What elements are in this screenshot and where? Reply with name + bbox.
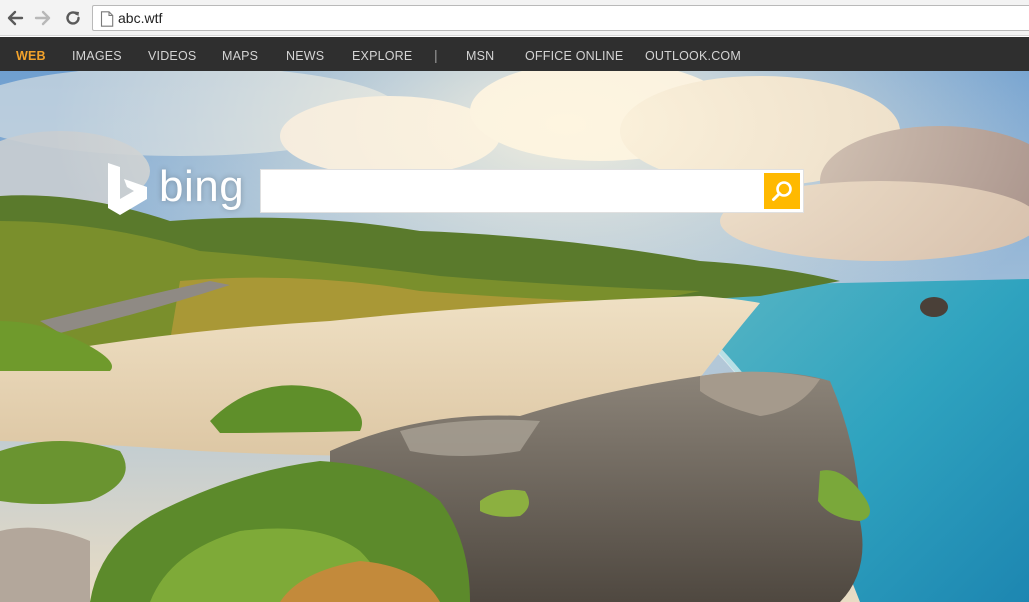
browser-toolbar: abc.wtf — [0, 0, 1029, 36]
top-navigation: WEB IMAGES VIDEOS MAPS NEWS EXPLORE | MS… — [0, 37, 1029, 71]
url-text: abc.wtf — [118, 10, 163, 26]
nav-videos[interactable]: VIDEOS — [148, 49, 196, 63]
nav-news[interactable]: NEWS — [286, 49, 324, 63]
search-button[interactable] — [764, 173, 800, 209]
reload-icon — [66, 11, 80, 25]
forward-arrow-icon — [34, 10, 51, 26]
hero-background: bing — [0, 71, 1029, 602]
search-input[interactable] — [261, 170, 761, 212]
address-bar[interactable]: abc.wtf — [92, 5, 1029, 31]
nav-outlook[interactable]: OUTLOOK.COM — [645, 49, 741, 63]
nav-maps[interactable]: MAPS — [222, 49, 258, 63]
back-arrow-icon — [7, 10, 24, 26]
reload-button[interactable] — [62, 7, 84, 29]
bing-logo[interactable]: bing — [107, 162, 245, 215]
nav-web[interactable]: WEB — [16, 49, 46, 63]
nav-images[interactable]: IMAGES — [72, 49, 122, 63]
beach-scene-image — [0, 71, 1029, 602]
search-icon — [772, 181, 792, 201]
nav-office-online[interactable]: OFFICE ONLINE — [525, 49, 623, 63]
bing-logo-text: bing — [159, 162, 245, 211]
nav-explore[interactable]: EXPLORE — [352, 49, 412, 63]
nav-separator: | — [434, 47, 438, 63]
forward-button[interactable] — [32, 7, 54, 29]
bing-b-icon — [108, 163, 147, 215]
nav-msn[interactable]: MSN — [466, 49, 494, 63]
page-icon — [100, 11, 114, 27]
back-button[interactable] — [4, 7, 26, 29]
search-box — [260, 169, 804, 213]
